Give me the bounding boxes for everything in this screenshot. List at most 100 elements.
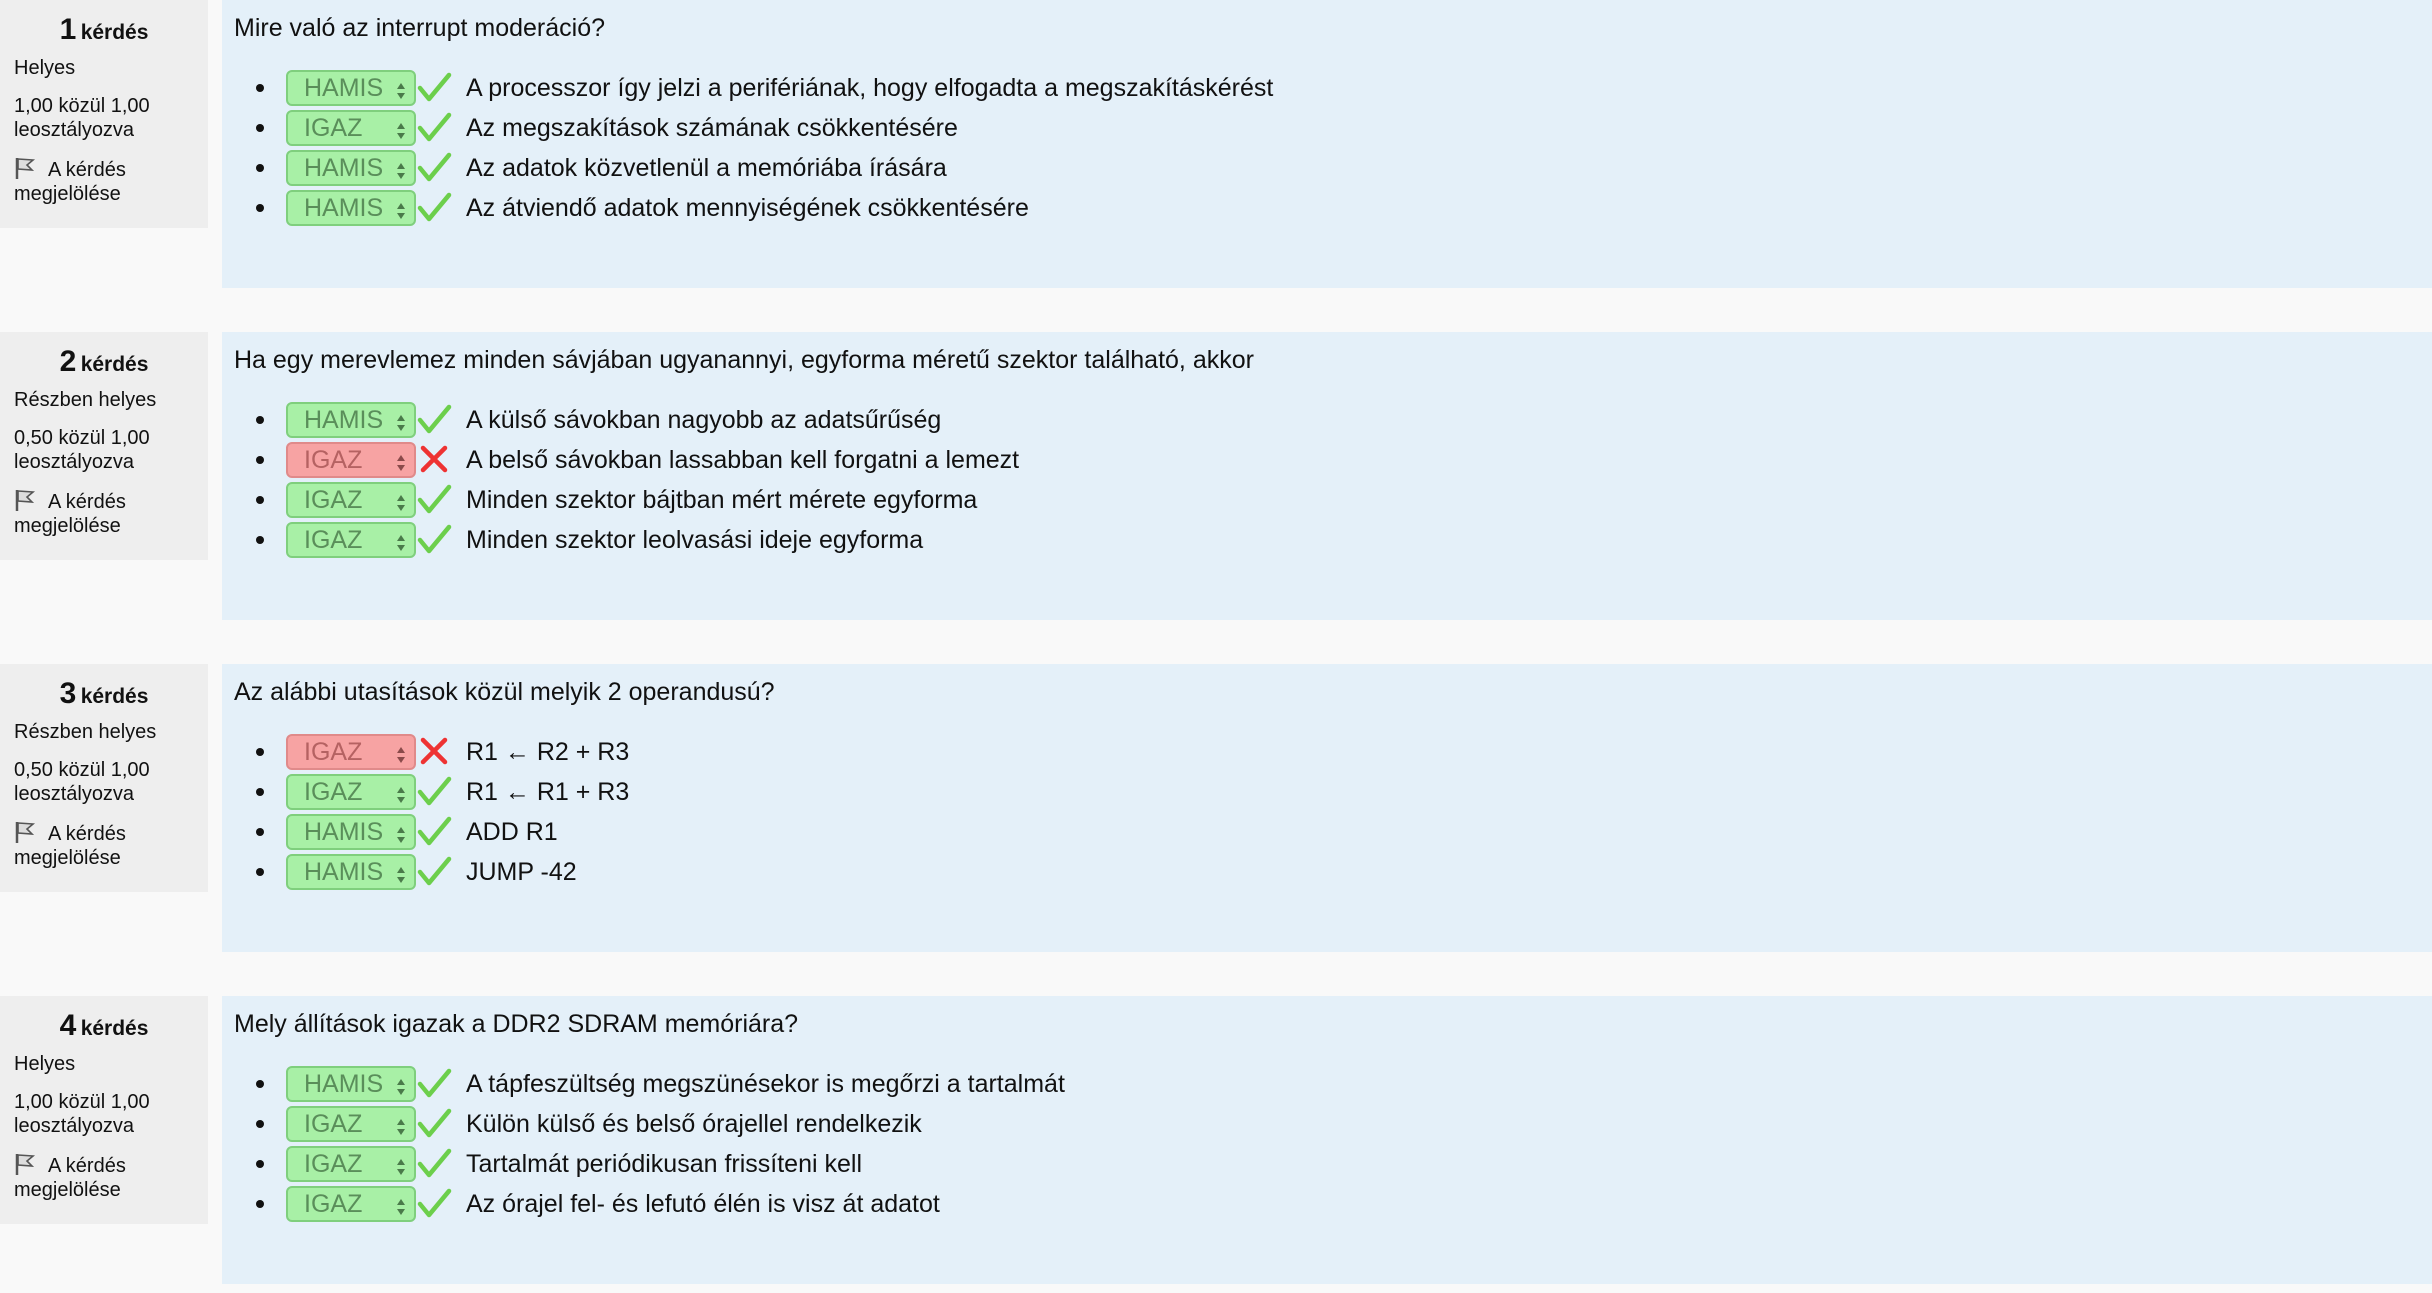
question-grade: 0,50 közül 1,00 leosztályozva	[14, 426, 174, 474]
bullet	[256, 748, 264, 756]
question-2: 2 kérdés Részben helyes 0,50 közül 1,00 le…	[0, 332, 2432, 620]
answer-select[interactable]: IGAZ	[286, 774, 416, 810]
answer-select[interactable]: IGAZ	[286, 1146, 416, 1182]
selected-value: IGAZ	[304, 1190, 363, 1218]
answer-select[interactable]: IGAZ	[286, 734, 416, 770]
updown-arrows-icon	[396, 822, 406, 844]
check-icon	[416, 1146, 452, 1182]
flag-question-link[interactable]: A kérdés megjelölése	[14, 488, 184, 538]
answer-row: HAMIS ADD R1	[234, 812, 2420, 852]
answer-row: IGAZ Tartalmát periódikusan frissíteni ke…	[234, 1144, 2420, 1184]
updown-arrows-icon	[396, 1114, 406, 1136]
answer-text: A külső sávokban nagyobb az adatsűrűség	[466, 406, 942, 434]
flag-icon	[14, 488, 36, 512]
bullet	[256, 1160, 264, 1168]
answer-select[interactable]: IGAZ	[286, 482, 416, 518]
updown-arrows-icon	[396, 1154, 406, 1176]
flag-question-link[interactable]: A kérdés megjelölése	[14, 156, 184, 206]
answer-list: HAMIS A külső sávokban nagyobb az adatsűr…	[234, 400, 2420, 560]
updown-arrows-icon	[396, 1074, 406, 1096]
check-icon	[416, 1066, 452, 1102]
check-icon	[416, 1106, 452, 1142]
flag-question-link[interactable]: A kérdés megjelölése	[14, 820, 184, 870]
flag-question-link[interactable]: A kérdés megjelölése	[14, 1152, 184, 1202]
bullet	[256, 416, 264, 424]
grade-value: 0,50 közül 1,00	[14, 427, 150, 449]
selected-value: IGAZ	[304, 486, 363, 514]
answer-select[interactable]: HAMIS	[286, 190, 416, 226]
question-3: 3 kérdés Részben helyes 0,50 közül 1,00 le…	[0, 664, 2432, 952]
question-word: kérdés	[80, 1017, 149, 1040]
answer-select[interactable]: IGAZ	[286, 110, 416, 146]
question-number-line: 4 kérdés	[14, 1008, 194, 1044]
bullet	[256, 868, 264, 876]
grade-suffix: leosztályozva	[14, 1115, 135, 1137]
question-word: kérdés	[80, 21, 149, 44]
answer-list: HAMIS A processzor így jelzi a periférián…	[234, 68, 2420, 228]
question-info: 3 kérdés Részben helyes 0,50 közül 1,00 le…	[0, 664, 208, 892]
check-icon	[416, 522, 452, 558]
answer-list: HAMIS A tápfeszültség megszünésekor is me…	[234, 1064, 2420, 1224]
answer-select[interactable]: IGAZ	[286, 1186, 416, 1222]
question-text: Mely állítások igazak a DDR2 SDRAM memór…	[234, 1010, 799, 1038]
selected-value: IGAZ	[304, 446, 363, 474]
answer-select[interactable]: HAMIS	[286, 1066, 416, 1102]
bullet	[256, 788, 264, 796]
question-number-line: 3 kérdés	[14, 676, 194, 712]
answer-select[interactable]: HAMIS	[286, 70, 416, 106]
question-info: 1 kérdés Helyes 1,00 közül 1,00 leosztályo…	[0, 0, 208, 228]
answer-text: A tápfeszültség megszünésekor is megőrzi…	[466, 1070, 1065, 1098]
updown-arrows-icon	[396, 782, 406, 804]
answer-row: IGAZ Minden szektor leolvasási ideje egyf…	[234, 520, 2420, 560]
bullet	[256, 496, 264, 504]
selected-value: IGAZ	[304, 1110, 363, 1138]
question-state: Helyes	[14, 57, 76, 79]
bullet	[256, 204, 264, 212]
question-content: Mire való az interrupt moderáció? HAMIS A …	[222, 0, 2432, 288]
question-4: 4 kérdés Helyes 1,00 közül 1,00 leosztályo…	[0, 996, 2432, 1284]
question-state: Helyes	[14, 1053, 76, 1075]
answer-row: HAMIS A tápfeszültség megszünésekor is me…	[234, 1064, 2420, 1104]
answer-select[interactable]: IGAZ	[286, 442, 416, 478]
bullet	[256, 164, 264, 172]
question-number: 2	[59, 345, 77, 378]
answer-row: HAMIS Az átviendő adatok mennyiségének cs…	[234, 188, 2420, 228]
question-text: Ha egy merevlemez minden sávjában ugyana…	[234, 346, 1254, 374]
question-grade: 0,50 közül 1,00 leosztályozva	[14, 758, 174, 806]
answer-select[interactable]: HAMIS	[286, 402, 416, 438]
question-number: 4	[59, 1009, 77, 1042]
check-icon	[416, 70, 452, 106]
answer-text: R1 ← R2 + R3	[466, 738, 630, 766]
answer-row: IGAZ Külön külső és belső órajellel rende…	[234, 1104, 2420, 1144]
selected-value: IGAZ	[304, 1150, 363, 1178]
answer-row: IGAZ R1 ← R1 + R3	[234, 772, 2420, 812]
question-info: 2 kérdés Részben helyes 0,50 közül 1,00 le…	[0, 332, 208, 560]
answer-select[interactable]: IGAZ	[286, 522, 416, 558]
answer-select[interactable]: IGAZ	[286, 1106, 416, 1142]
updown-arrows-icon	[396, 450, 406, 472]
question-grade: 1,00 közül 1,00 leosztályozva	[14, 94, 174, 142]
bullet	[256, 1120, 264, 1128]
question-1: 1 kérdés Helyes 1,00 közül 1,00 leosztályo…	[0, 0, 2432, 288]
bullet	[256, 536, 264, 544]
updown-arrows-icon	[396, 118, 406, 140]
answer-text: Minden szektor leolvasási ideje egyforma	[466, 526, 924, 554]
updown-arrows-icon	[396, 1194, 406, 1216]
cross-icon	[416, 442, 452, 478]
answer-text: A belső sávokban lassabban kell forgatni…	[466, 446, 1020, 474]
bullet	[256, 124, 264, 132]
answer-select[interactable]: HAMIS	[286, 150, 416, 186]
check-icon	[416, 482, 452, 518]
answer-select[interactable]: HAMIS	[286, 854, 416, 890]
cross-icon	[416, 734, 452, 770]
flag-icon	[14, 156, 36, 180]
grade-suffix: leosztályozva	[14, 451, 135, 473]
selected-value: HAMIS	[304, 1070, 384, 1098]
answer-row: HAMIS Az adatok közvetlenül a memóriába í…	[234, 148, 2420, 188]
answer-list: IGAZ R1 ← R2 + R3 IGAZ R1 ← R1 + R3 HAMIS ADD…	[234, 732, 2420, 892]
selected-value: HAMIS	[304, 74, 384, 102]
question-number: 3	[59, 677, 77, 710]
selected-value: HAMIS	[304, 194, 384, 222]
updown-arrows-icon	[396, 490, 406, 512]
answer-select[interactable]: HAMIS	[286, 814, 416, 850]
